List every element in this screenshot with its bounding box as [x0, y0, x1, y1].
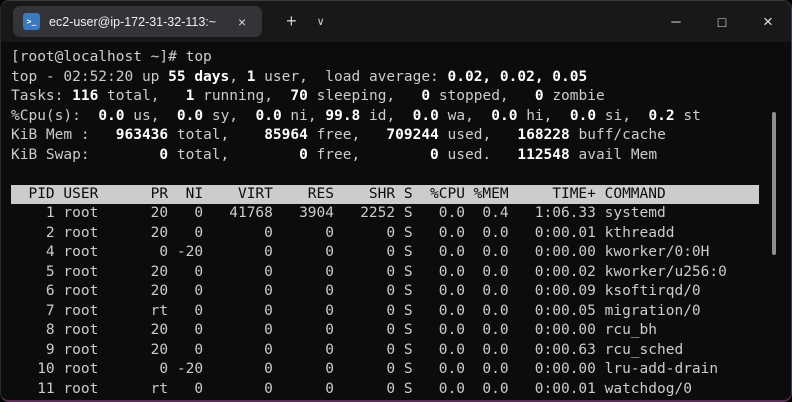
process-row: 10 root 0 -20 0 0 0 S 0.0 0.0 0:00.00 lr…	[11, 361, 719, 377]
terminal-line: top - 02:52:20 up 55 days, 1 user, load …	[11, 68, 588, 85]
tab-close-button[interactable]: ×	[232, 12, 252, 32]
window-controls: ─ □ ×	[653, 1, 791, 42]
tab-dropdown-button[interactable]: ∨	[307, 1, 335, 42]
process-row: 6 root 20 0 0 0 0 S 0.0 0.0 0:00.09 ksof…	[11, 283, 701, 299]
process-row: 7 root rt 0 0 0 0 S 0.0 0.0 0:00.05 migr…	[11, 302, 701, 319]
process-table-header: PID USER PR NI VIRT RES SHR S %CPU %MEM …	[11, 184, 759, 204]
process-row: 5 root 20 0 0 0 0 S 0.0 0.0 0:00.02 kwor…	[11, 263, 727, 280]
terminal-line: Tasks: 116 total, 1 running, 70 sleeping…	[11, 88, 605, 104]
process-table-body: 1 root 20 0 41768 3904 2252 S 0.0 0.4 1:…	[11, 204, 791, 399]
terminal-line: %Cpu(s): 0.0 us, 0.0 sy, 0.0 ni, 99.8 id…	[11, 107, 701, 124]
process-row: 9 root 20 0 0 0 0 S 0.0 0.0 0:00.63 rcu_…	[11, 341, 684, 358]
titlebar: >_ ec2-user@ip-172-31-32-113:~ × + ∨ ─ □…	[1, 1, 791, 42]
scrollbar[interactable]	[772, 112, 776, 255]
terminal-window: >_ ec2-user@ip-172-31-32-113:~ × + ∨ ─ □…	[0, 0, 792, 402]
terminal-line: KiB Mem : 963436 total, 85964 free, 7092…	[11, 127, 666, 143]
terminal-line: KiB Swap: 0 total, 0 free, 0 used. 11254…	[11, 146, 658, 163]
maximize-button[interactable]: □	[699, 1, 745, 42]
process-row: 8 root 20 0 0 0 0 S 0.0 0.0 0:00.00 rcu_…	[11, 322, 658, 338]
prompt-line: [root@localhost ~]# top	[11, 49, 212, 65]
process-row: 4 root 0 -20 0 0 0 S 0.0 0.0 0:00.00 kwo…	[11, 244, 710, 260]
powershell-icon: >_	[23, 13, 40, 30]
process-row: 2 root 20 0 0 0 0 S 0.0 0.0 0:00.01 kthr…	[11, 224, 675, 241]
summary-lines: top - 02:52:20 up 55 days, 1 user, load …	[11, 68, 791, 166]
minimize-button[interactable]: ─	[653, 1, 699, 42]
terminal-tab[interactable]: >_ ec2-user@ip-172-31-32-113:~ ×	[13, 6, 263, 37]
process-row: 1 root 20 0 41768 3904 2252 S 0.0 0.4 1:…	[11, 205, 666, 221]
terminal-content[interactable]: [root@localhost ~]# top top - 02:52:20 u…	[1, 42, 791, 400]
new-tab-button[interactable]: +	[276, 1, 307, 42]
process-row: 11 root rt 0 0 0 0 S 0.0 0.0 0:00.01 wat…	[11, 380, 692, 397]
tab-title: ec2-user@ip-172-31-32-113:~	[49, 14, 217, 29]
close-button[interactable]: ×	[745, 1, 791, 42]
